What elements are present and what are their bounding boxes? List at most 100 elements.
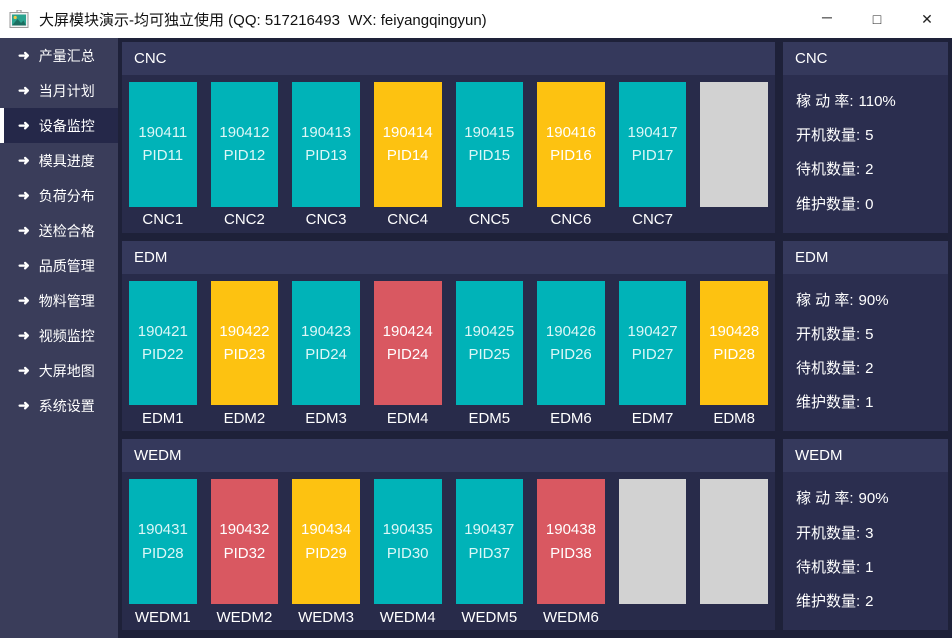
machine-serial: 190422 (219, 320, 269, 343)
machine-slot: 190413PID13CNC3 (292, 82, 360, 233)
stat-line: 稼 动 率:90% (796, 487, 942, 508)
section-title: CNC (122, 42, 775, 75)
machine-name-label: EDM6 (537, 405, 605, 431)
machine-name-label: EDM3 (292, 405, 360, 431)
machine-card-edm8[interactable]: 190428PID28 (700, 281, 768, 406)
maximize-button[interactable]: □ (852, 0, 902, 38)
machine-card-edm6[interactable]: 190426PID26 (537, 281, 605, 406)
stats-panel-title: EDM (783, 241, 948, 274)
machine-card-cnc2[interactable]: 190412PID12 (211, 82, 279, 207)
machine-pid: PID17 (632, 144, 674, 167)
machine-card-wedm3[interactable]: 190434PID29 (292, 479, 360, 604)
machine-card-cnc1[interactable]: 190411PID11 (129, 82, 197, 207)
stat-line: 开机数量:3 (796, 522, 942, 543)
machine-name-label: WEDM5 (456, 604, 524, 630)
stat-line: 稼 动 率: 90% (796, 289, 942, 310)
machine-serial: 190437 (464, 518, 514, 541)
stat-value: 2 (865, 360, 873, 377)
stats-panel-body: 稼 动 率:90%开机数量:5待机数量:2维护数量:1 (783, 274, 948, 432)
sidebar: ➜产量汇总➜当月计划➜设备监控➜模具进度➜负荷分布➜送检合格➜品质管理➜物料管理… (0, 38, 118, 638)
machine-slot: 190414PID14CNC4 (374, 82, 442, 233)
machine-serial: 190413 (301, 121, 351, 144)
machine-card-edm1[interactable]: 190421PID22 (129, 281, 197, 406)
stat-value: 2 (865, 593, 873, 610)
sidebar-item-7[interactable]: ➜品质管理 (0, 248, 118, 283)
sidebar-item-8[interactable]: ➜物料管理 (0, 283, 118, 318)
machine-serial: 190427 (628, 320, 678, 343)
machine-pid: PID24 (305, 343, 347, 366)
stat-label: 稼 动 率: (796, 292, 854, 309)
stat-line: 维护数量:1 (796, 391, 942, 412)
machine-card-edm7[interactable]: 190427PID27 (619, 281, 687, 406)
machine-serial: 190438 (546, 518, 596, 541)
arrow-icon: ➜ (18, 117, 30, 134)
section-edm: EDM190421PID22EDM1190422PID23EDM2190423P… (122, 241, 775, 432)
machine-card-cnc4[interactable]: 190414PID14 (374, 82, 442, 207)
machine-slot: 190432PID32WEDM2 (211, 479, 279, 630)
machine-card-wedm6[interactable]: 190438PID38 (537, 479, 605, 604)
machine-pid: PID23 (224, 343, 266, 366)
sidebar-item-label: 品质管理 (39, 256, 95, 276)
machine-name-label (700, 207, 768, 233)
machine-pid: PID12 (224, 144, 266, 167)
stat-label: 开机数量: (796, 326, 860, 343)
sidebar-item-2[interactable]: ➜当月计划 (0, 73, 118, 108)
close-button[interactable]: ✕ (902, 0, 952, 38)
machine-name-label: EDM4 (374, 405, 442, 431)
stat-value: 110% (859, 93, 896, 110)
stats-panel-edm: EDM稼 动 率:90%开机数量:5待机数量:2维护数量:1 (783, 241, 948, 432)
machine-cards-row: 190411PID11CNC1190412PID12CNC2190413PID1… (122, 75, 775, 233)
machine-serial: 190434 (301, 518, 351, 541)
machine-slot (700, 479, 768, 630)
machine-card-wedm4[interactable]: 190435PID30 (374, 479, 442, 604)
machine-card-edm3[interactable]: 190423PID24 (292, 281, 360, 406)
machine-card-cnc3[interactable]: 190413PID13 (292, 82, 360, 207)
machine-pid: PID26 (550, 343, 592, 366)
machine-slot: 190421PID22EDM1 (129, 281, 197, 432)
machine-slot: 190427PID27EDM7 (619, 281, 687, 432)
machine-card-cnc6[interactable]: 190416PID16 (537, 82, 605, 207)
stat-value: 90% (859, 292, 889, 309)
machine-name-label: CNC1 (129, 207, 197, 233)
machine-name-label: CNC2 (211, 207, 279, 233)
machine-card-edm2[interactable]: 190422PID23 (211, 281, 279, 406)
stats-panel-body: 稼 动 率:90%开机数量:3待机数量:1维护数量:2 (783, 472, 948, 630)
machine-name-label: WEDM6 (537, 604, 605, 630)
machine-card-edm4[interactable]: 190424PID24 (374, 281, 442, 406)
machine-card-wedm5[interactable]: 190437PID37 (456, 479, 524, 604)
machine-card-empty (700, 479, 768, 604)
sidebar-item-4[interactable]: ➜模具进度 (0, 143, 118, 178)
machine-serial: 190424 (383, 320, 433, 343)
stat-value: 1 (865, 559, 873, 576)
machine-card-cnc7[interactable]: 190417PID17 (619, 82, 687, 207)
stat-line: 待机数量:2 (796, 357, 942, 378)
section-title: WEDM (122, 439, 775, 472)
sidebar-item-10[interactable]: ➜大屏地图 (0, 353, 118, 388)
stat-label: 维护数量: (796, 394, 860, 411)
machine-slot: 190411PID11CNC1 (129, 82, 197, 233)
machine-slot (619, 479, 687, 630)
sidebar-item-9[interactable]: ➜视频监控 (0, 318, 118, 353)
sidebar-item-6[interactable]: ➜送检合格 (0, 213, 118, 248)
machine-card-wedm2[interactable]: 190432PID32 (211, 479, 279, 604)
window-title: 大屏模块演示-均可独立使用 (QQ: 517216493 WX: feiyang… (39, 9, 487, 30)
machine-slot: 190415PID15CNC5 (456, 82, 524, 233)
machine-card-wedm1[interactable]: 190431PID28 (129, 479, 197, 604)
machine-card-cnc5[interactable]: 190415PID15 (456, 82, 524, 207)
machine-pid: PID28 (713, 343, 755, 366)
stat-value: 2 (865, 161, 873, 178)
sidebar-item-5[interactable]: ➜负荷分布 (0, 178, 118, 213)
arrow-icon: ➜ (18, 362, 30, 379)
machine-serial: 190415 (464, 121, 514, 144)
minimize-button[interactable]: ─ (802, 0, 852, 38)
stat-label: 开机数量: (796, 127, 860, 144)
sidebar-item-11[interactable]: ➜系统设置 (0, 388, 118, 423)
stat-value: 0 (865, 196, 873, 213)
machine-name-label (619, 604, 687, 630)
arrow-icon: ➜ (18, 222, 30, 239)
machine-card-edm5[interactable]: 190425PID25 (456, 281, 524, 406)
sidebar-item-label: 物料管理 (39, 291, 95, 311)
sidebar-item-1[interactable]: ➜产量汇总 (0, 38, 118, 73)
stat-label: 稼 动 率: (796, 93, 854, 110)
sidebar-item-3[interactable]: ➜设备监控 (0, 108, 118, 143)
